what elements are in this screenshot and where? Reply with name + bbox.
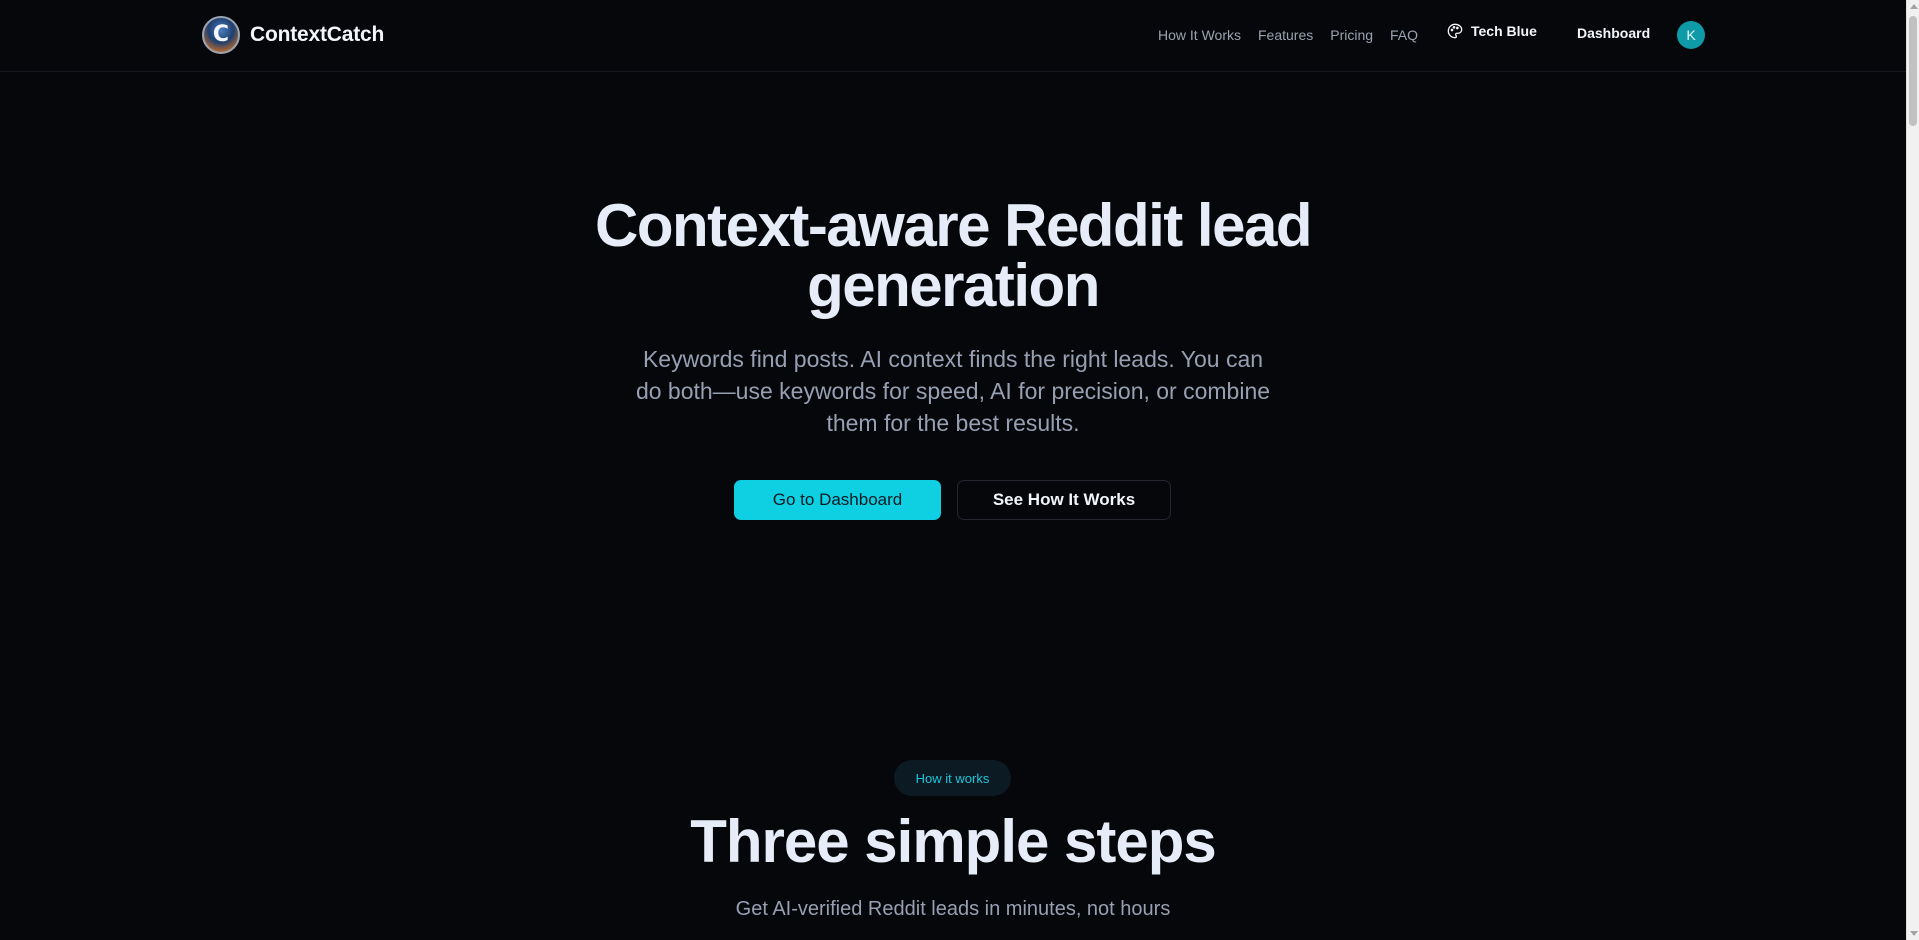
hero-title-line-1: Context-aware Reddit lead: [595, 192, 1313, 259]
main-nav: How It Works Features Pricing FAQ: [1158, 24, 1435, 46]
nav-link-pricing[interactable]: Pricing: [1330, 27, 1373, 43]
scroll-down-arrow-icon[interactable]: [1910, 931, 1918, 936]
section-badge: How it works: [894, 760, 1011, 796]
brand-link[interactable]: ContextCatch: [202, 15, 384, 55]
hero-title-line-2: generation: [807, 252, 1100, 319]
theme-label: Tech Blue: [1471, 23, 1537, 39]
page-scrollbar[interactable]: [1906, 0, 1919, 940]
hero-subtitle: Keywords find posts. AI context finds th…: [635, 346, 1271, 436]
top-nav-bar: ContextCatch How It Works Features Prici…: [0, 0, 1906, 72]
section-title: Three simple steps: [690, 808, 1217, 875]
dashboard-link[interactable]: Dashboard: [1577, 25, 1650, 41]
brand-logo-icon: [202, 16, 240, 54]
page: ContextCatch How It Works Features Prici…: [0, 0, 1919, 940]
hero-title: Context-aware Reddit lead generation: [0, 196, 1906, 316]
go-to-dashboard-button[interactable]: Go to Dashboard: [734, 480, 941, 520]
nav-link-faq[interactable]: FAQ: [1390, 27, 1418, 43]
brand-name: ContextCatch: [250, 23, 385, 46]
theme-switcher-button[interactable]: Tech Blue: [1447, 23, 1537, 39]
scroll-up-arrow-icon[interactable]: [1910, 4, 1918, 9]
scrollbar-thumb[interactable]: [1909, 16, 1917, 126]
see-how-it-works-button[interactable]: See How It Works: [957, 480, 1171, 520]
section-subtitle: Get AI-verified Reddit leads in minutes,…: [735, 898, 1171, 920]
palette-icon: [1447, 23, 1463, 39]
nav-link-how-it-works[interactable]: How It Works: [1158, 27, 1241, 43]
user-avatar[interactable]: K: [1677, 21, 1705, 49]
nav-link-features[interactable]: Features: [1258, 27, 1313, 43]
